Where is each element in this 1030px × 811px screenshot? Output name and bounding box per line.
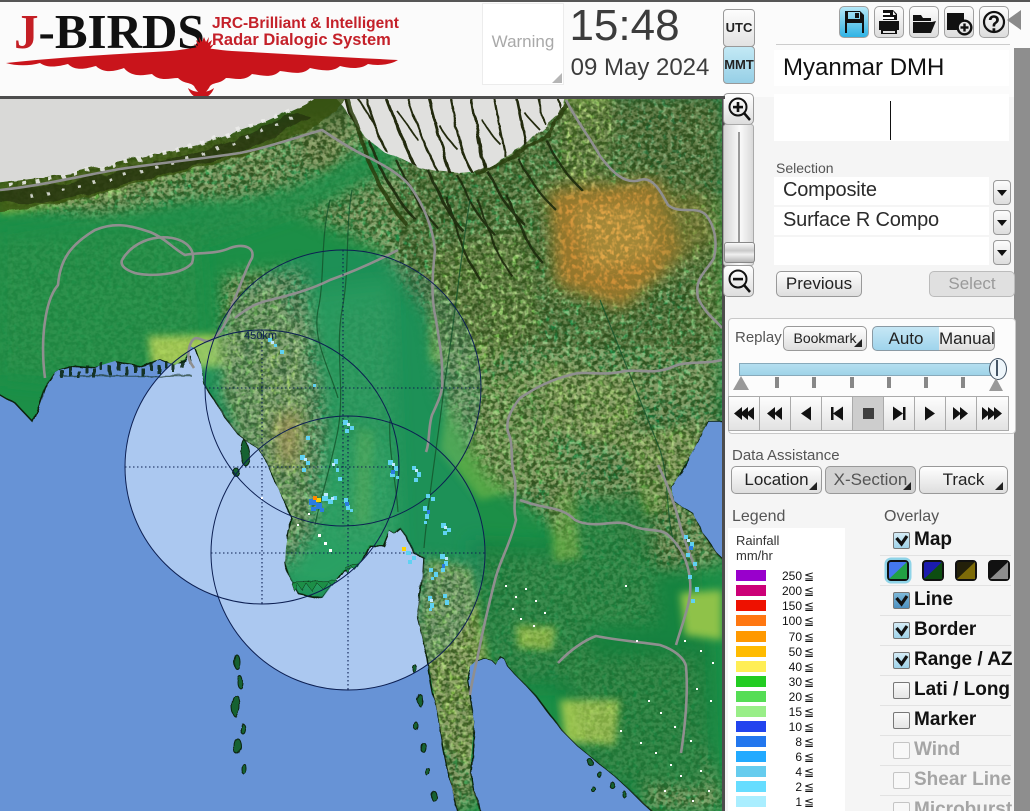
svg-text:100: 100 <box>782 614 802 628</box>
svg-text:≦: ≦ <box>804 614 814 628</box>
svg-text:250: 250 <box>782 569 802 583</box>
svg-text:≦: ≦ <box>804 584 814 598</box>
svg-text:≦: ≦ <box>804 675 814 689</box>
svg-text:≦: ≦ <box>804 750 814 764</box>
svg-text:8: 8 <box>795 735 802 749</box>
svg-text:6: 6 <box>795 750 802 764</box>
svg-text:2: 2 <box>795 780 802 794</box>
svg-text:200: 200 <box>782 584 802 598</box>
svg-text:70: 70 <box>789 630 803 644</box>
svg-text:1: 1 <box>795 795 802 809</box>
svg-text:30: 30 <box>789 675 803 689</box>
svg-text:450km: 450km <box>244 330 277 342</box>
svg-text:20: 20 <box>789 690 803 704</box>
svg-text:≦: ≦ <box>804 705 814 719</box>
svg-text:150: 150 <box>782 599 802 613</box>
svg-text:50: 50 <box>789 645 803 659</box>
svg-text:≦: ≦ <box>804 795 814 809</box>
svg-text:40: 40 <box>789 660 803 674</box>
svg-text:JRC-Brilliant & Intelligent: JRC-Brilliant & Intelligent <box>212 15 399 32</box>
svg-text:Radar Dialogic System: Radar Dialogic System <box>212 31 391 49</box>
svg-text:≦: ≦ <box>804 645 814 659</box>
svg-text:≦: ≦ <box>804 660 814 674</box>
svg-text:≦: ≦ <box>804 780 814 794</box>
svg-text:≦: ≦ <box>804 765 814 779</box>
svg-text:≦: ≦ <box>804 720 814 734</box>
svg-text:≦: ≦ <box>804 690 814 704</box>
svg-text:≦: ≦ <box>804 735 814 749</box>
svg-text:10: 10 <box>789 720 803 734</box>
svg-text:4: 4 <box>795 765 802 779</box>
svg-text:≦: ≦ <box>804 569 814 583</box>
svg-text:15: 15 <box>789 705 803 719</box>
svg-text:≦: ≦ <box>804 630 814 644</box>
svg-text:≦: ≦ <box>804 599 814 613</box>
